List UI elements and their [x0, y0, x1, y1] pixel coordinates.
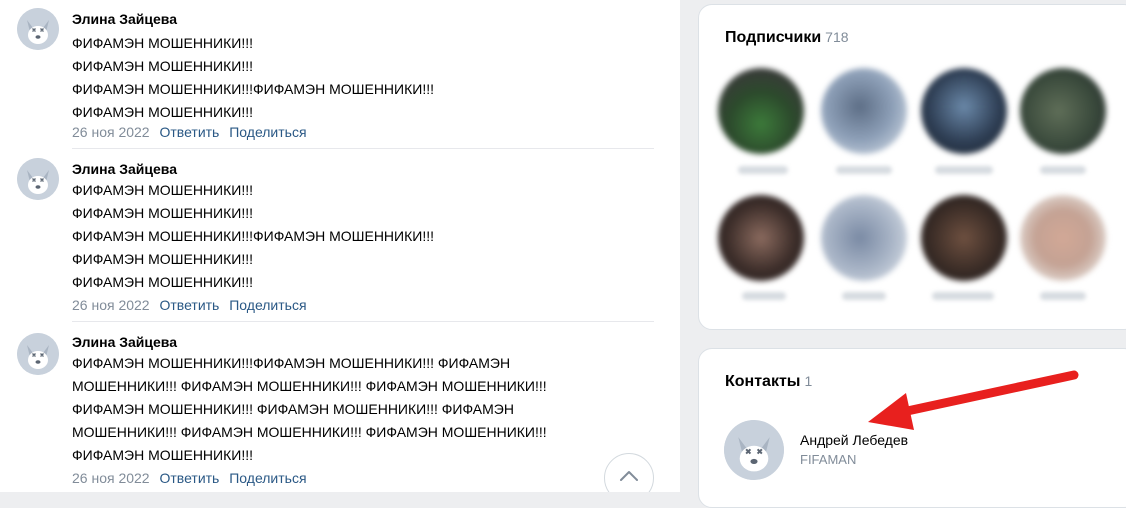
red-arrow-annotation: [868, 370, 1079, 430]
